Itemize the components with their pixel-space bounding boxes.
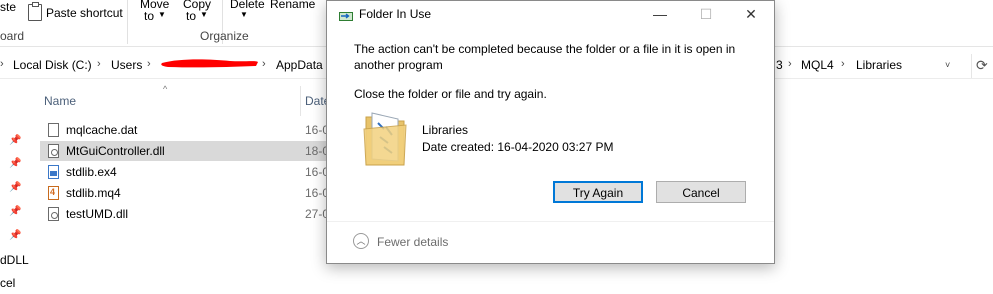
dll-file-icon [48, 144, 59, 158]
pin-icon[interactable]: 📌 [9, 135, 21, 146]
pin-icon[interactable]: 📌 [9, 230, 21, 241]
ex4-file-icon [48, 165, 59, 179]
breadcrumb-local-disk[interactable]: Local Disk (C:) [13, 58, 92, 72]
ribbon-separator [127, 0, 128, 44]
file-row[interactable]: stdlib.ex4 16-0 [40, 162, 330, 182]
redaction-mark [161, 59, 258, 68]
chevron-right-icon: › [262, 58, 266, 70]
dialog-instruction: Close the folder or file and try again. [354, 87, 547, 101]
breadcrumb-partial[interactable]: 3 [776, 58, 783, 72]
file-name: mqlcache.dat [66, 123, 138, 137]
chevron-down-icon: ▼ [200, 10, 208, 19]
fewer-details-label: Fewer details [377, 235, 449, 249]
folder-icon [363, 112, 407, 166]
chevron-right-icon: › [97, 58, 101, 70]
chevron-right-icon: › [147, 58, 151, 70]
breadcrumb-libraries[interactable]: Libraries [856, 58, 902, 72]
chevron-right-icon: › [841, 58, 845, 70]
pin-icon[interactable]: 📌 [9, 158, 21, 169]
dll-file-icon [48, 207, 59, 221]
dialog-footer-divider [327, 221, 774, 222]
folder-in-use-dialog: Folder In Use — ☐ ✕ The action can't be … [326, 0, 775, 264]
maximize-button: ☐ [699, 6, 713, 22]
sort-ascending-icon: ^ [163, 84, 168, 94]
chevron-right-icon: › [788, 58, 792, 70]
dialog-message: The action can't be completed because th… [354, 42, 736, 72]
dialog-title: Folder In Use [359, 7, 432, 21]
file-name: MtGuiController.dll [66, 144, 165, 158]
clipboard-group-label: oard [0, 29, 25, 43]
rename-button[interactable]: Rename [270, 0, 315, 11]
folder-name: Libraries [422, 123, 469, 137]
close-button[interactable]: ✕ [728, 1, 774, 27]
try-again-button[interactable]: Try Again [553, 181, 643, 203]
breadcrumb-appdata[interactable]: AppData [276, 58, 323, 72]
minimize-button[interactable]: — [637, 1, 683, 27]
pin-icon[interactable]: 📌 [9, 182, 21, 193]
file-row[interactable]: mqlcache.dat 16-0 [40, 120, 330, 140]
move-to-sub-label: to [144, 9, 155, 23]
dat-file-icon [48, 123, 59, 137]
folder-date-created: Date created: 16-04-2020 03:27 PM [422, 140, 614, 154]
file-row[interactable]: testUMD.dll 27-0 [40, 204, 330, 224]
chevron-up-icon: ︿ [353, 233, 369, 249]
file-move-icon [339, 12, 353, 21]
chevron-right-icon: › [0, 58, 4, 70]
chevron-down-icon: ▼ [158, 10, 166, 19]
breadcrumb-users[interactable]: Users [111, 58, 142, 72]
paste-label[interactable]: ste [0, 0, 16, 14]
breadcrumb-mql4[interactable]: MQL4 [801, 58, 834, 72]
column-header-name[interactable]: Name [44, 94, 76, 108]
mq4-file-icon [48, 186, 59, 200]
file-name: testUMD.dll [66, 207, 129, 221]
nav-item[interactable]: dDLL [0, 253, 29, 267]
organize-group-label: Organize [200, 29, 249, 43]
refresh-icon: ⟳ [976, 57, 988, 73]
paste-shortcut-button[interactable]: Paste shortcut [46, 6, 123, 20]
paste-shortcut-icon [28, 2, 42, 21]
nav-item[interactable]: cel [0, 276, 15, 290]
file-name: stdlib.ex4 [66, 165, 117, 179]
file-row-selected[interactable]: MtGuiController.dll 18-0 [40, 141, 330, 161]
chevron-down-icon[interactable]: ˅ [945, 60, 950, 70]
file-name: stdlib.mq4 [66, 186, 121, 200]
cancel-button[interactable]: Cancel [656, 181, 746, 203]
copy-to-sub-label: to [186, 9, 197, 23]
pin-icon[interactable]: 📌 [9, 206, 21, 217]
refresh-button[interactable]: ⟳ [971, 54, 993, 78]
chevron-down-icon: ▼ [240, 10, 248, 19]
file-row[interactable]: stdlib.mq4 16-0 [40, 183, 330, 203]
column-divider[interactable] [300, 86, 301, 116]
